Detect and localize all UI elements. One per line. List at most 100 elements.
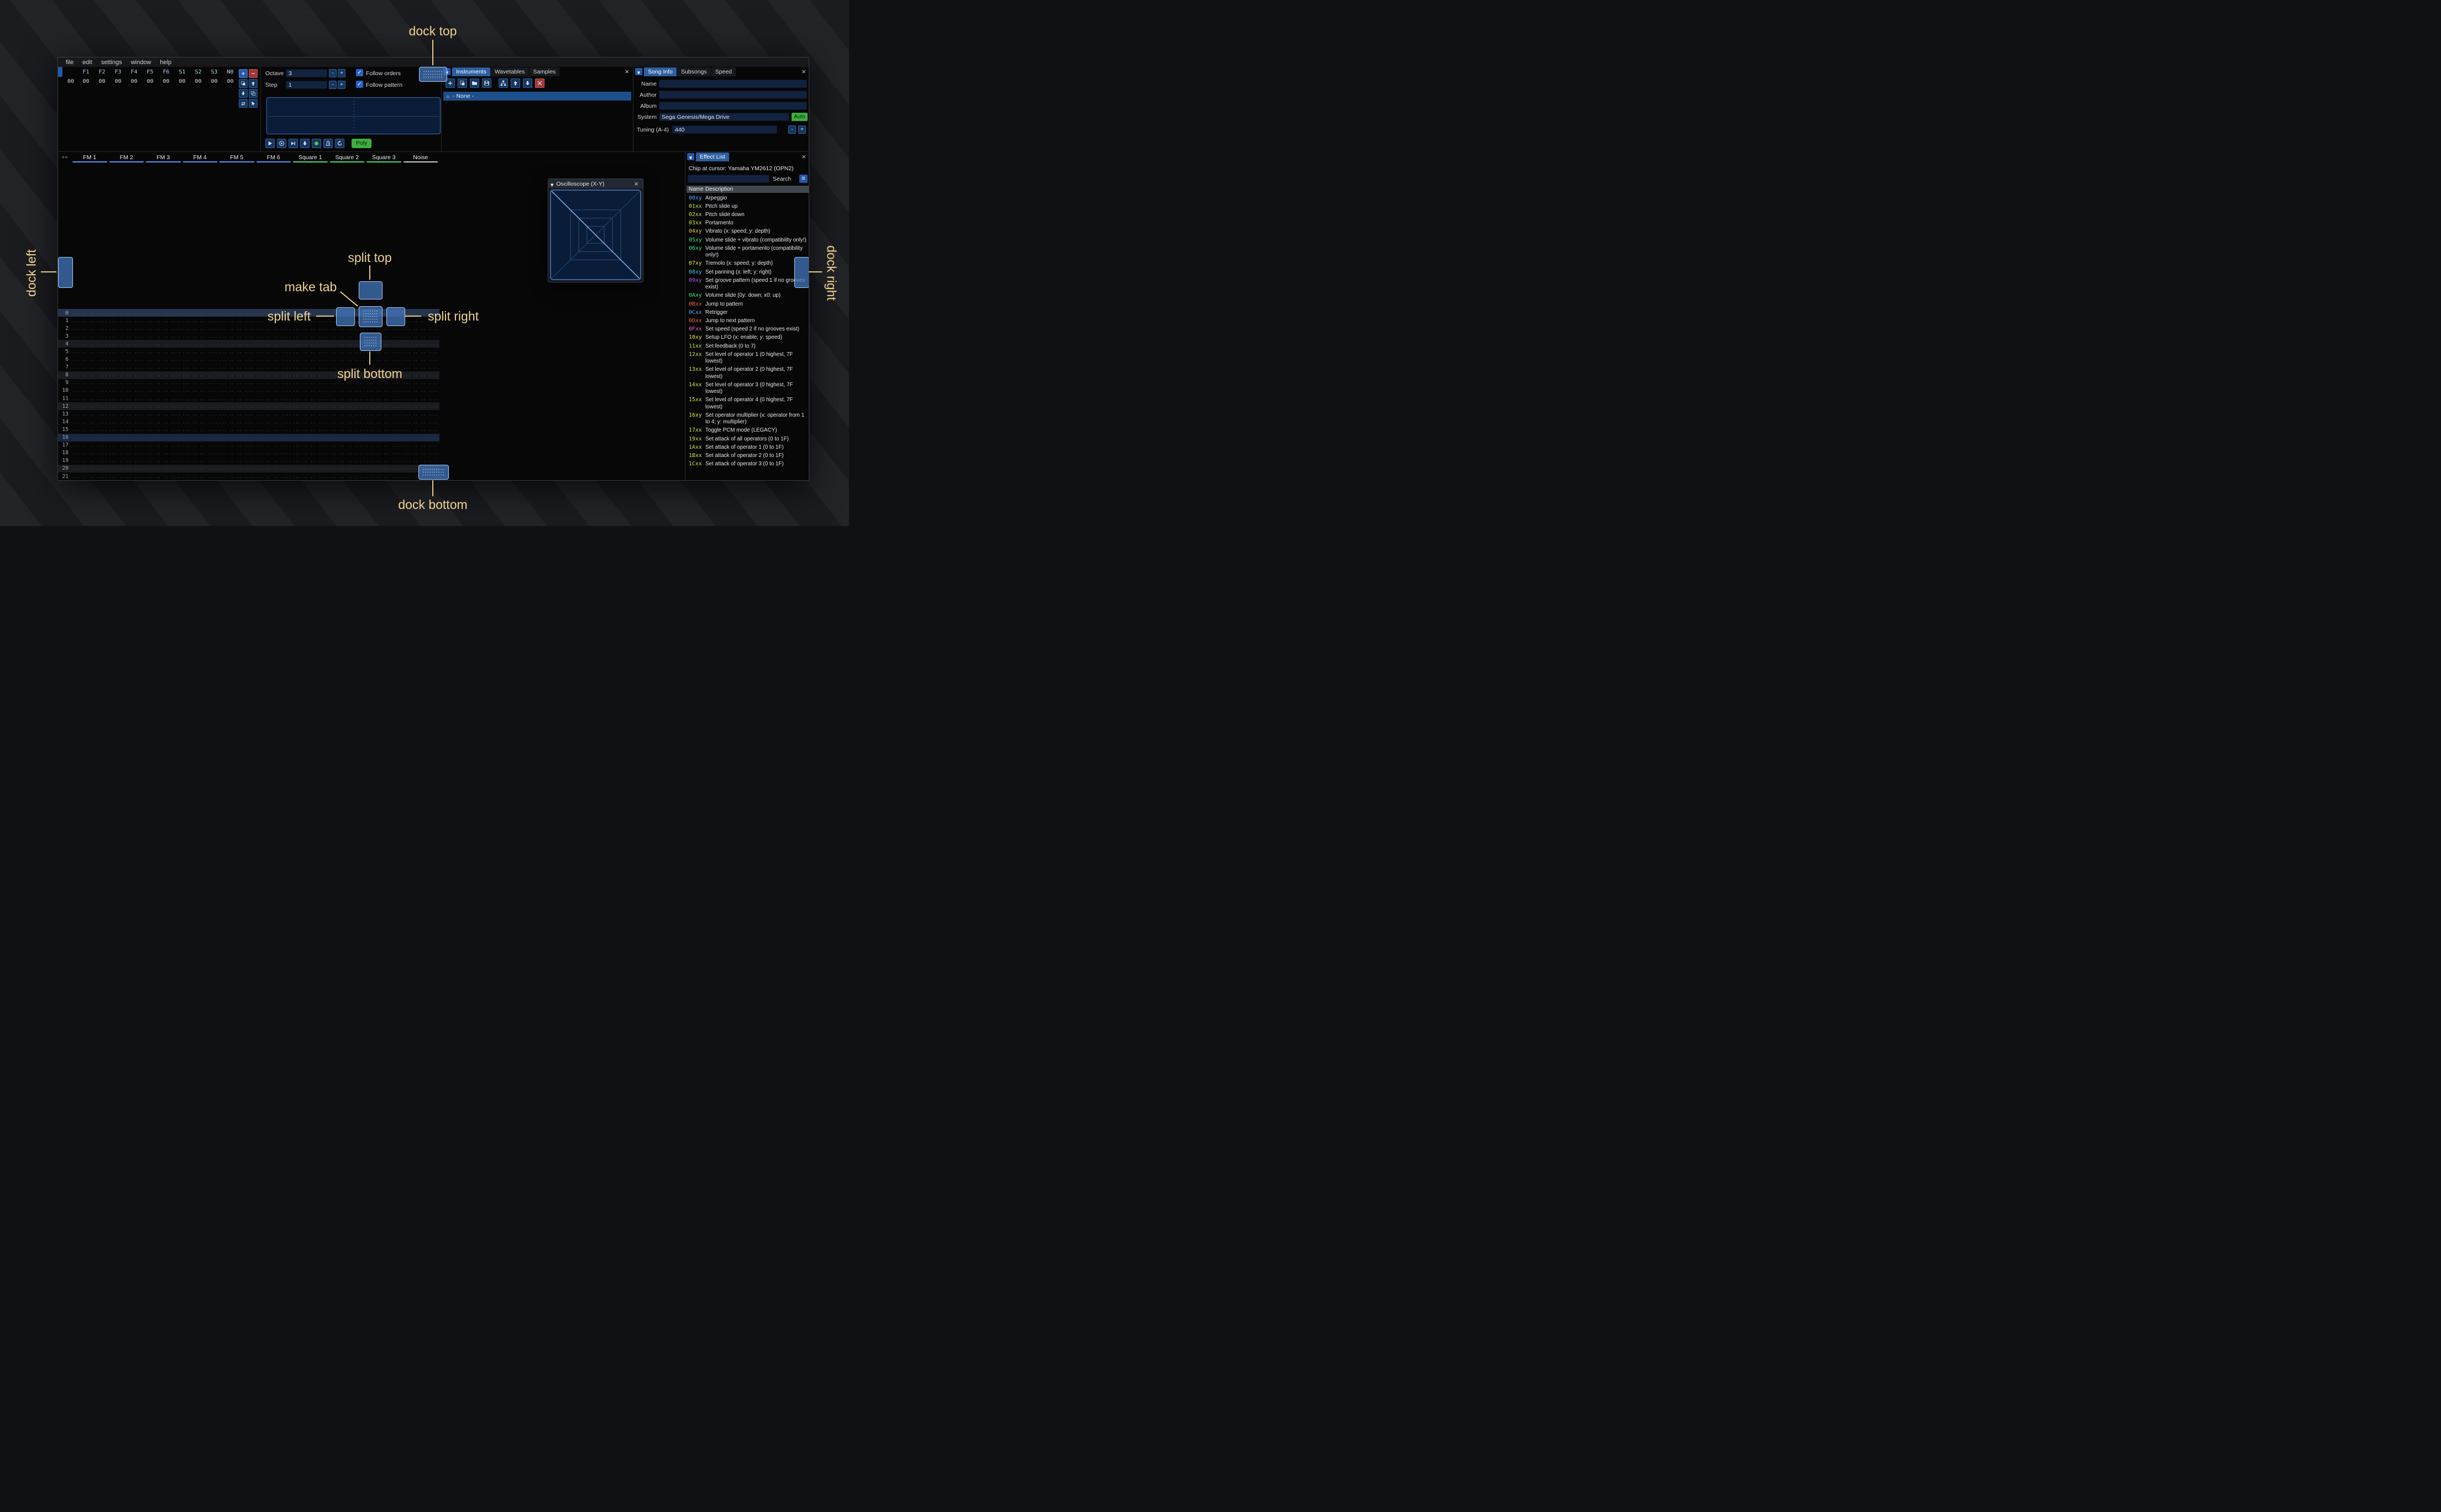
- play-pattern-button[interactable]: [277, 139, 286, 148]
- pattern-cell[interactable]: ... .. .. ....: [218, 365, 255, 370]
- pattern-cell[interactable]: ... .. .. ....: [71, 404, 108, 409]
- pattern-cell[interactable]: ... .. .. ....: [71, 427, 108, 432]
- order-row-number[interactable]: 00: [64, 78, 78, 85]
- pattern-cell[interactable]: ... .. .. ....: [145, 474, 182, 479]
- remove-order-button[interactable]: [249, 69, 258, 78]
- pattern-cell[interactable]: ... .. .. ....: [365, 435, 402, 440]
- channel-header-fm-5[interactable]: FM 5: [218, 154, 255, 162]
- pattern-cell[interactable]: ... .. .. ....: [71, 458, 108, 463]
- song-info-tab-list-button[interactable]: [635, 68, 642, 75]
- pattern-cell[interactable]: ... .. .. ....: [71, 334, 108, 339]
- pattern-cell[interactable]: ... .. .. ....: [108, 443, 145, 448]
- channel-header-fm-4[interactable]: FM 4: [182, 154, 219, 162]
- pattern-cell[interactable]: ... .. .. ....: [329, 427, 366, 432]
- pattern-cell[interactable]: ... .. .. ....: [145, 342, 182, 347]
- pattern-cell[interactable]: ... .. .. ....: [365, 450, 402, 455]
- pattern-cell[interactable]: ... .. .. ....: [108, 404, 145, 409]
- pattern-cell[interactable]: ... .. .. ....: [182, 342, 219, 347]
- step-increment-button[interactable]: +: [338, 81, 345, 89]
- pattern-cell[interactable]: ... .. .. ....: [71, 474, 108, 479]
- pattern-cell[interactable]: ... .. .. ....: [218, 396, 255, 401]
- pattern-cell[interactable]: ... .. .. ....: [218, 334, 255, 339]
- menu-item-window[interactable]: window: [127, 59, 156, 66]
- pattern-cell[interactable]: ... .. .. ....: [255, 450, 292, 455]
- tab-speed[interactable]: Speed: [711, 67, 736, 76]
- pattern-cell[interactable]: ... .. .. ....: [292, 342, 329, 347]
- step-one-row-button[interactable]: [300, 139, 310, 148]
- pattern-cell[interactable]: ... .. .. ....: [182, 443, 219, 448]
- step-decrement-button[interactable]: -: [329, 81, 337, 89]
- pattern-cell[interactable]: ... .. .. ....: [182, 458, 219, 463]
- pattern-cell[interactable]: ... .. .. ....: [365, 388, 402, 393]
- pattern-cell[interactable]: ... .. .. ....: [218, 443, 255, 448]
- tuning-increment-button[interactable]: +: [798, 125, 806, 134]
- pattern-cell[interactable]: ... .. .. ....: [365, 404, 402, 409]
- pattern-cell[interactable]: ... .. .. ....: [292, 365, 329, 370]
- dock-target-right[interactable]: [794, 257, 809, 288]
- pattern-cell[interactable]: ... .. .. ....: [145, 466, 182, 471]
- pattern-cell[interactable]: ... .. .. ....: [329, 443, 366, 448]
- pattern-cell[interactable]: ... .. .. ....: [71, 380, 108, 385]
- pattern-cell[interactable]: ... .. .. ....: [71, 396, 108, 401]
- open-instrument-button[interactable]: [470, 78, 479, 88]
- pattern-cell[interactable]: ... .. .. ....: [255, 357, 292, 362]
- pattern-cell[interactable]: ... .. .. ....: [145, 404, 182, 409]
- pattern-cell[interactable]: ... .. .. ....: [218, 318, 255, 323]
- pattern-cell[interactable]: ... .. .. ....: [402, 396, 439, 401]
- pattern-cell[interactable]: ... .. .. ....: [218, 357, 255, 362]
- pattern-cell[interactable]: ... .. .. ....: [145, 443, 182, 448]
- order-cell[interactable]: 00: [94, 78, 110, 85]
- pattern-cell[interactable]: ... .. .. ....: [255, 396, 292, 401]
- close-instruments-panel-button[interactable]: [622, 68, 631, 76]
- pattern-cell[interactable]: ... .. .. ....: [329, 419, 366, 424]
- pattern-cell[interactable]: ... .. .. ....: [145, 357, 182, 362]
- pattern-cell[interactable]: ... .. .. ....: [182, 466, 219, 471]
- dock-target-left[interactable]: [58, 257, 73, 288]
- tuning-decrement-button[interactable]: -: [788, 125, 796, 134]
- pattern-cell[interactable]: ... .. .. ....: [402, 372, 439, 377]
- pattern-cell[interactable]: ... .. .. ....: [145, 458, 182, 463]
- pattern-cell[interactable]: ... .. .. ....: [292, 326, 329, 331]
- pattern-cell[interactable]: ... .. .. ....: [329, 435, 366, 440]
- pattern-cell[interactable]: ... .. .. ....: [145, 435, 182, 440]
- pattern-cell[interactable]: ... .. .. ....: [329, 388, 366, 393]
- pattern-cell[interactable]: ... .. .. ....: [71, 412, 108, 417]
- pattern-cell[interactable]: ... .. .. ....: [365, 466, 402, 471]
- pattern-cell[interactable]: ... .. .. ....: [255, 326, 292, 331]
- pattern-cell[interactable]: ... .. .. ....: [108, 419, 145, 424]
- move-instrument-up-button[interactable]: [511, 78, 520, 88]
- pattern-cell[interactable]: ... .. .. ....: [255, 435, 292, 440]
- pattern-cell[interactable]: ... .. .. ....: [182, 419, 219, 424]
- play-from-row-button[interactable]: [289, 139, 298, 148]
- pattern-cell[interactable]: ... .. .. ....: [71, 365, 108, 370]
- pattern-cell[interactable]: ... .. .. ....: [145, 349, 182, 354]
- channel-header-fm-3[interactable]: FM 3: [145, 154, 182, 162]
- pattern-cell[interactable]: ... .. .. ....: [402, 458, 439, 463]
- pattern-cell[interactable]: ... .. .. ....: [292, 474, 329, 479]
- pattern-cell[interactable]: ... .. .. ....: [218, 380, 255, 385]
- pattern-cell[interactable]: ... .. .. ....: [71, 311, 108, 316]
- pattern-cell[interactable]: ... .. .. ....: [145, 450, 182, 455]
- pattern-cell[interactable]: ... .. .. ....: [145, 388, 182, 393]
- pattern-cell[interactable]: ... .. .. ....: [255, 474, 292, 479]
- pattern-cell[interactable]: ... .. .. ....: [145, 311, 182, 316]
- pattern-cell[interactable]: ... .. .. ....: [292, 357, 329, 362]
- pattern-cell[interactable]: ... .. .. ....: [108, 427, 145, 432]
- pattern-cell[interactable]: ... .. .. ....: [182, 450, 219, 455]
- pattern-cell[interactable]: ... .. .. ....: [108, 412, 145, 417]
- pattern-cell[interactable]: ... .. .. ....: [402, 427, 439, 432]
- record-button[interactable]: [312, 139, 321, 148]
- pattern-cell[interactable]: ... .. .. ....: [145, 334, 182, 339]
- pattern-cell[interactable]: ... .. .. ....: [182, 396, 219, 401]
- pattern-cell[interactable]: ... .. .. ....: [292, 349, 329, 354]
- pattern-cell[interactable]: ... .. .. ....: [402, 334, 439, 339]
- order-cell[interactable]: 00: [110, 78, 126, 85]
- move-order-up-button[interactable]: [249, 79, 258, 88]
- effect-search-input[interactable]: [688, 175, 769, 183]
- pattern-cell[interactable]: ... .. .. ....: [255, 349, 292, 354]
- pattern-cell[interactable]: ... .. .. ....: [218, 388, 255, 393]
- pattern-cell[interactable]: ... .. .. ....: [182, 326, 219, 331]
- poly-toggle-button[interactable]: Poly: [352, 139, 372, 148]
- pattern-cell[interactable]: ... .. .. ....: [218, 372, 255, 377]
- pattern-cell[interactable]: ... .. .. ....: [218, 342, 255, 347]
